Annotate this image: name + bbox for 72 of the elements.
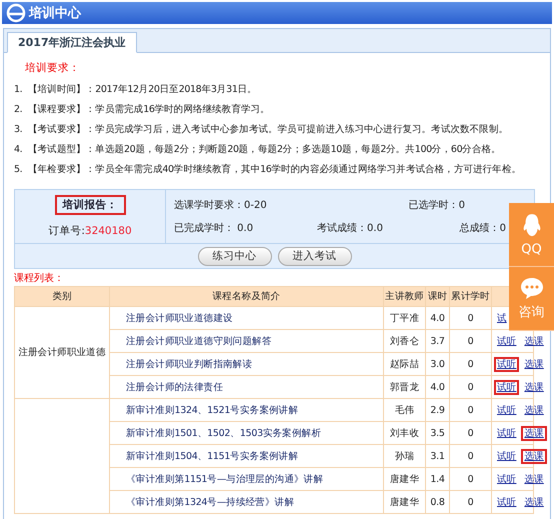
teacher-cell: 刘香仑 bbox=[390, 336, 420, 346]
list-number: 4. bbox=[14, 144, 22, 154]
accumulated-cell: 0 bbox=[468, 336, 474, 346]
list-number: 5. bbox=[14, 164, 22, 174]
teacher-cell: 唐建华 bbox=[390, 496, 420, 508]
column-header: 课时 bbox=[426, 286, 450, 306]
teacher-cell: 郭晋龙 bbox=[390, 382, 420, 392]
teacher-cell: 唐建华 bbox=[390, 474, 420, 484]
hours-cell: 4.0 bbox=[430, 312, 445, 324]
accumulated-cell: 0 bbox=[468, 428, 474, 438]
teacher-cell: 毛伟 bbox=[394, 404, 414, 416]
hours-cell: 0.8 bbox=[430, 496, 445, 508]
accumulated-cell: 0 bbox=[468, 382, 474, 392]
hours-cell: 3.7 bbox=[430, 336, 445, 346]
select-link[interactable]: 选课 bbox=[521, 334, 547, 348]
category-cell: 注册会计师职业道德 bbox=[18, 347, 106, 358]
stat-text: 已选学时：0 bbox=[408, 198, 466, 212]
list-number: 2. bbox=[14, 104, 22, 114]
hours-cell: 3.0 bbox=[430, 358, 445, 370]
select-link[interactable]: 选课 bbox=[521, 402, 547, 418]
trial-link[interactable]: 试听 bbox=[494, 380, 520, 394]
penguin-icon bbox=[520, 212, 542, 238]
requirement-text: 【年检要求】：学员全年需完成40学时继续教育，其中16学时的内容必须通过网络学习并考试合格，方可进行年检。 bbox=[28, 162, 521, 176]
select-link[interactable]: 选课 bbox=[521, 356, 547, 372]
column-header: 课程名称及简介 bbox=[110, 286, 384, 306]
accumulated-cell: 0 bbox=[468, 404, 474, 416]
accumulated-cell: 0 bbox=[468, 450, 474, 462]
select-link[interactable]: 选课 bbox=[521, 472, 547, 486]
action-button[interactable]: 进入考试 bbox=[278, 246, 352, 266]
teacher-cell: 丁平准 bbox=[390, 312, 420, 324]
requirement-text: 【考试要求】：学员完成学习后，进入考试中心参加考试。学员可提前进入练习中心进行复习。考试次数不限制。 bbox=[28, 122, 508, 136]
header-title: 培训中心 bbox=[29, 4, 81, 22]
teacher-cell: 孙瑞 bbox=[394, 450, 414, 462]
stat-text: 选课学时要求：0-20 bbox=[174, 198, 268, 212]
action-button[interactable]: 练习中心 bbox=[198, 246, 272, 266]
hours-cell: 1.4 bbox=[430, 474, 445, 484]
hours-cell: 2.9 bbox=[430, 404, 445, 416]
column-header: 累计学时 bbox=[450, 286, 492, 306]
list-number: 3. bbox=[14, 124, 22, 134]
stat-text: 考试成绩：0.0 bbox=[317, 222, 383, 235]
accumulated-cell: 0 bbox=[468, 312, 474, 324]
select-link[interactable]: 选课 bbox=[521, 380, 547, 394]
section-heading: 培训要求： bbox=[25, 61, 81, 75]
hours-cell: 4.0 bbox=[430, 382, 445, 392]
course-link[interactable]: 注册会计师职业道德建设 bbox=[126, 312, 233, 324]
order-number: 3240180 bbox=[84, 225, 132, 238]
requirement-text: 【培训时间】：2017年12月20日至2018年3月31日。 bbox=[28, 82, 257, 96]
column-header: 类别 bbox=[14, 286, 110, 306]
select-link[interactable]: 选课 bbox=[521, 494, 547, 510]
order-label: 订单号: bbox=[48, 225, 85, 238]
select-link[interactable]: 选课 bbox=[521, 448, 547, 464]
teacher-cell: 赵际喆 bbox=[390, 358, 420, 370]
accumulated-cell: 0 bbox=[468, 496, 474, 508]
logo-icon bbox=[6, 3, 26, 23]
stat-text: 总成绩：0 bbox=[460, 222, 507, 235]
course-link[interactable]: 注册会计师的法律责任 bbox=[126, 382, 224, 392]
tab[interactable]: 2017年浙江注会执业 bbox=[7, 32, 137, 53]
requirement-text: 【课程要求】：学员需完成16学时的网络继续教育学习。 bbox=[28, 102, 270, 116]
section-heading: 课程列表： bbox=[14, 272, 65, 285]
trial-link[interactable]: 试听 bbox=[494, 356, 520, 372]
teacher-cell: 刘丰收 bbox=[390, 428, 420, 438]
report-title: 培训报告： bbox=[54, 194, 126, 215]
requirement-text: 【考试题型】：单选题20题，每题2分；判断题20题，每题2分；多选题10题，每题2分。共100分，60分合格。 bbox=[28, 142, 501, 156]
hours-cell: 3.1 bbox=[430, 450, 445, 462]
column-header: 主讲教师 bbox=[384, 286, 426, 306]
list-number: 1. bbox=[14, 84, 22, 94]
select-link[interactable]: 选课 bbox=[521, 426, 547, 440]
hours-cell: 3.5 bbox=[430, 428, 445, 438]
chat-icon bbox=[520, 276, 544, 300]
stat-text: 已完成学时： 0.0 bbox=[174, 222, 254, 235]
accumulated-cell: 0 bbox=[468, 474, 474, 484]
accumulated-cell: 0 bbox=[468, 358, 474, 370]
